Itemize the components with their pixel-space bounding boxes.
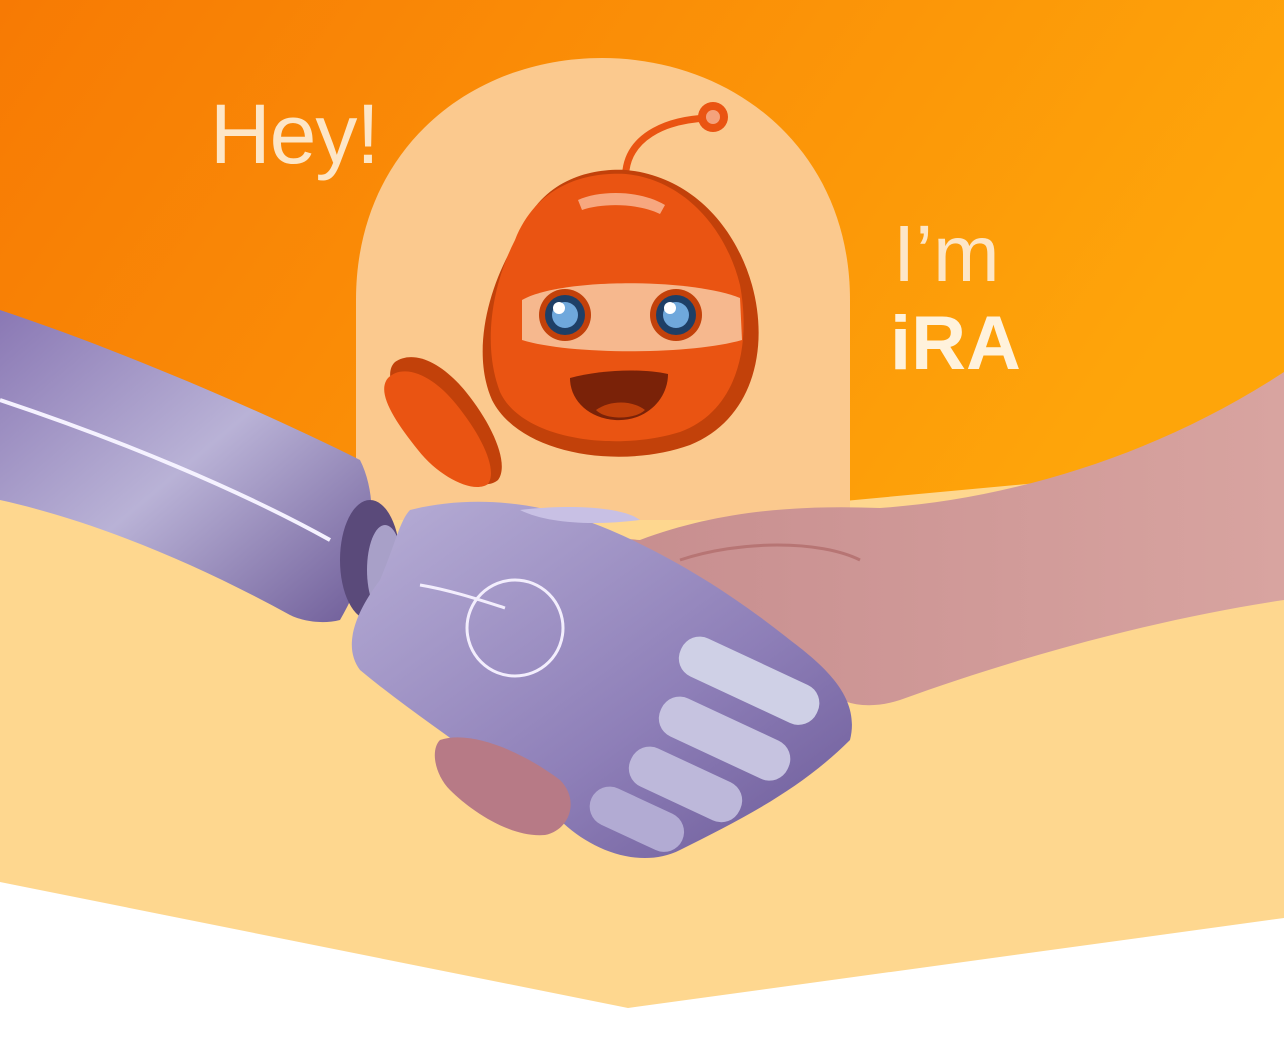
assistant-name: iRA	[890, 301, 1021, 386]
hero-banner: Hey! I’m iRA	[0, 0, 1284, 1062]
illustration	[0, 0, 1284, 1008]
greeting-im: I’m	[893, 209, 1000, 298]
greeting-hey: Hey!	[210, 87, 380, 181]
